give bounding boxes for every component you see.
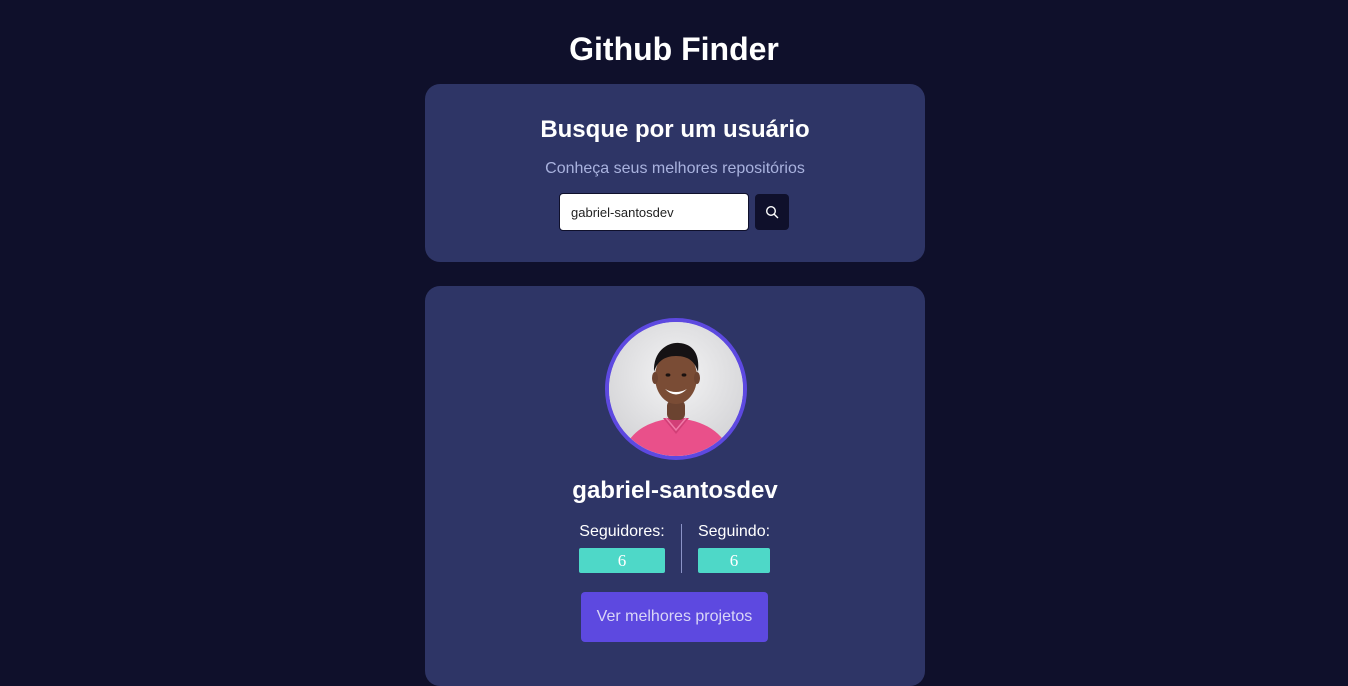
followers-stat: Seguidores: 6 [577,523,667,573]
followers-label: Seguidores: [579,523,665,540]
avatar [605,318,747,460]
username: gabriel-santosdev [572,477,778,504]
search-button[interactable] [755,194,789,230]
search-input[interactable] [559,193,749,231]
following-label: Seguindo: [697,523,771,540]
search-subtitle: Conheça seus melhores repositórios [545,160,805,177]
page-title: Github Finder [569,31,779,67]
search-icon [765,205,779,219]
stat-divider [681,524,682,573]
followers-count: 6 [579,548,665,573]
search-heading: Busque por um usuário [540,116,810,143]
view-projects-button[interactable]: Ver melhores projetos [581,592,768,642]
avatar-photo [609,322,743,456]
following-count: 6 [698,548,770,573]
following-stat: Seguindo: 6 [696,523,772,573]
